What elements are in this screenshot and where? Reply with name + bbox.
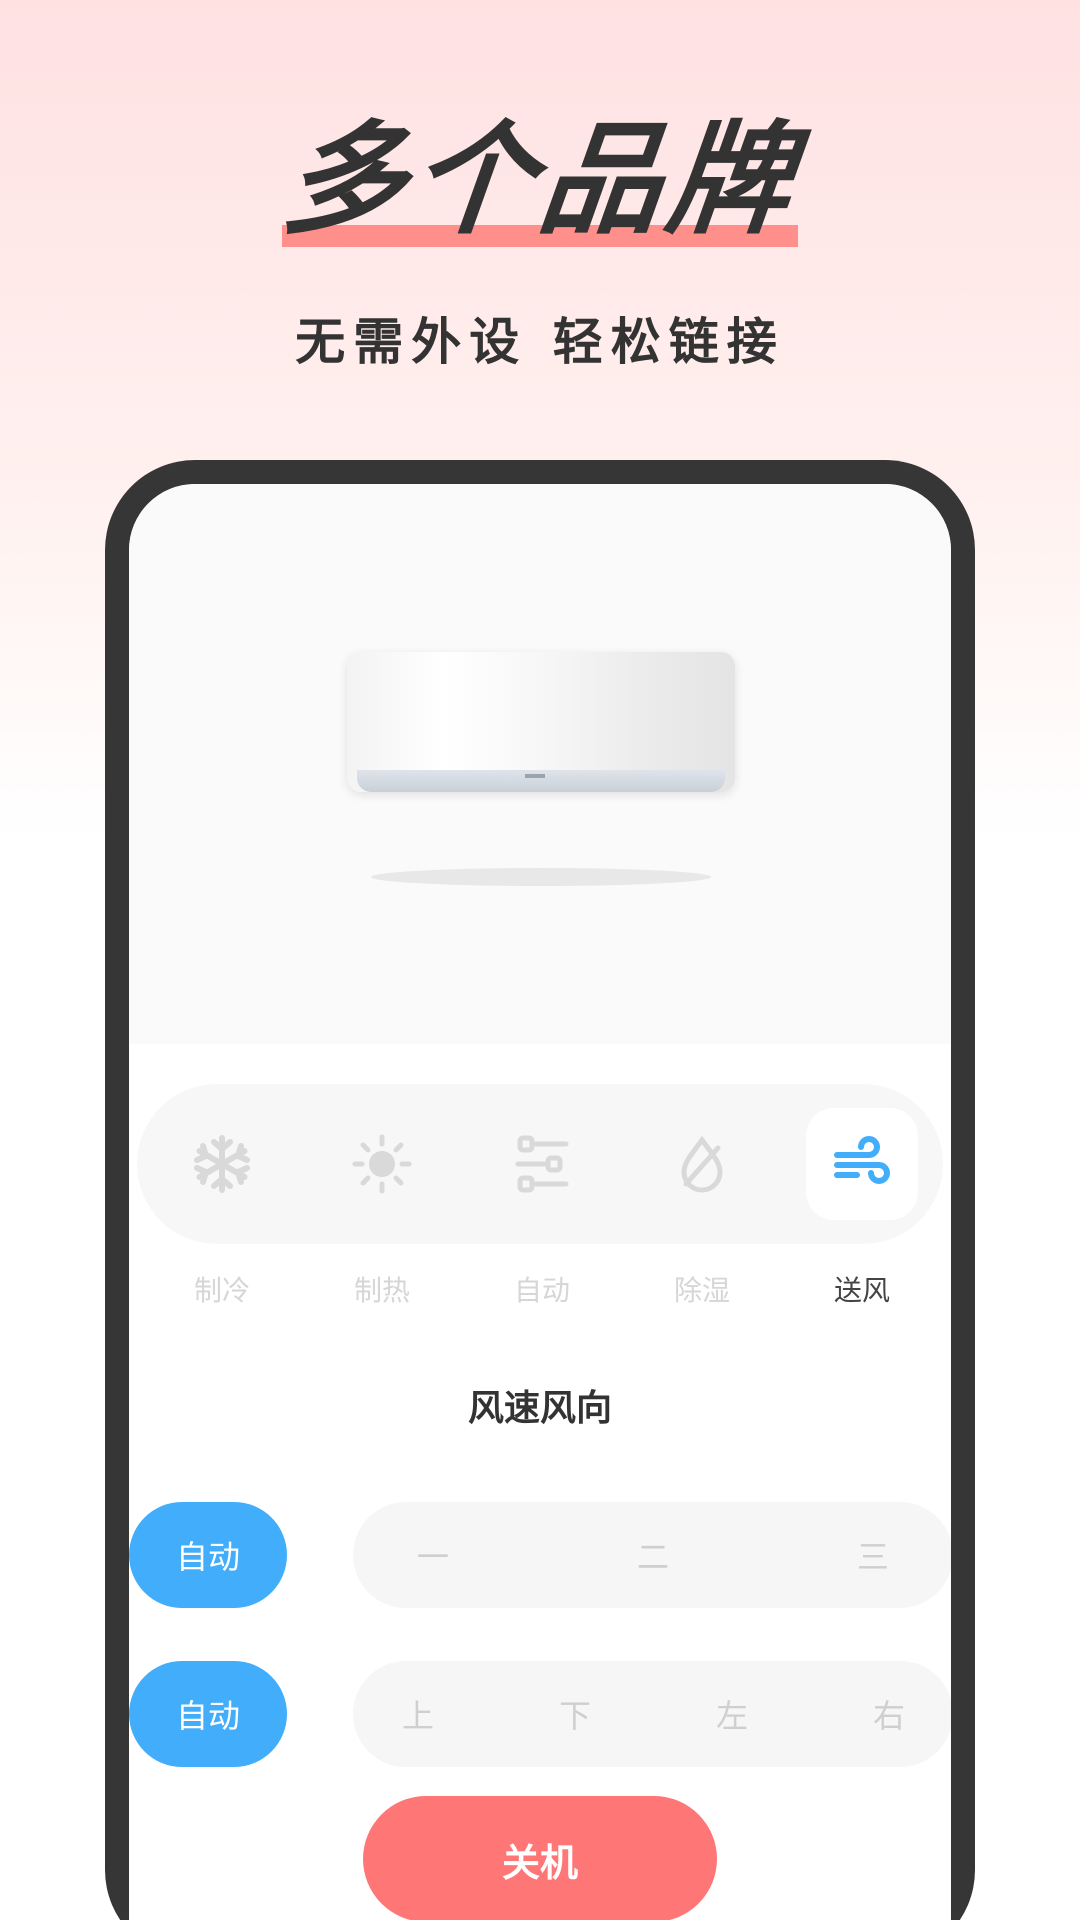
mode-fan-active-box <box>806 1108 918 1220</box>
mode-fan-button[interactable] <box>802 1084 922 1244</box>
sliders-icon <box>515 1135 569 1193</box>
fan-direction-selector: 上 下 左 右 <box>353 1661 951 1767</box>
fan-direction-auto-button[interactable]: 自动 <box>129 1661 287 1767</box>
fan-direction-option[interactable]: 下 <box>535 1661 615 1767</box>
mode-label-dry: 除湿 <box>673 1274 730 1307</box>
mode-cool-button[interactable] <box>162 1084 282 1244</box>
droplet-slash-icon <box>681 1135 723 1193</box>
page-title: 多个品牌 <box>276 109 804 251</box>
mode-labels: 制冷 制热 自动 除湿 送风 <box>129 1269 951 1319</box>
mode-label-cool: 制冷 <box>193 1274 250 1307</box>
ac-shadow <box>371 868 711 886</box>
fan-speed-selector: 一 二 三 <box>353 1502 951 1608</box>
fan-direction-option[interactable]: 右 <box>849 1661 929 1767</box>
mode-label-auto: 自动 <box>513 1274 570 1307</box>
mode-selector <box>137 1084 943 1244</box>
fan-direction-option[interactable]: 左 <box>692 1661 772 1767</box>
air-conditioner-image <box>347 652 735 792</box>
ac-vent <box>357 770 725 792</box>
headline: 多个品牌 <box>0 109 1080 251</box>
ac-display <box>129 484 951 1044</box>
fan-speed-option[interactable]: 二 <box>613 1502 693 1608</box>
fan-speed-option[interactable]: 三 <box>833 1502 913 1608</box>
snowflake-icon <box>194 1135 250 1193</box>
phone-frame: 制冷 制热 自动 除湿 送风 风速风向 自动 一 二 三 自动 上 下 左 右 … <box>105 460 975 1920</box>
wind-icon <box>834 1136 890 1184</box>
power-off-button[interactable]: 关机 <box>363 1796 717 1920</box>
fan-speed-auto-button[interactable]: 自动 <box>129 1502 287 1608</box>
sun-icon <box>352 1134 412 1194</box>
page-subtitle: 无需外设 轻松链接 <box>295 313 785 371</box>
mode-label-heat: 制热 <box>353 1274 410 1307</box>
mode-label-fan: 送风 <box>833 1274 890 1307</box>
mode-dry-button[interactable] <box>642 1084 762 1244</box>
mode-auto-button[interactable] <box>482 1084 602 1244</box>
fan-section-title: 风速风向 <box>467 1388 612 1429</box>
mode-heat-button[interactable] <box>322 1084 442 1244</box>
phone-screen: 制冷 制热 自动 除湿 送风 风速风向 自动 一 二 三 自动 上 下 左 右 … <box>129 484 951 1920</box>
fan-direction-option[interactable]: 上 <box>378 1661 458 1767</box>
fan-speed-option[interactable]: 一 <box>393 1502 473 1608</box>
